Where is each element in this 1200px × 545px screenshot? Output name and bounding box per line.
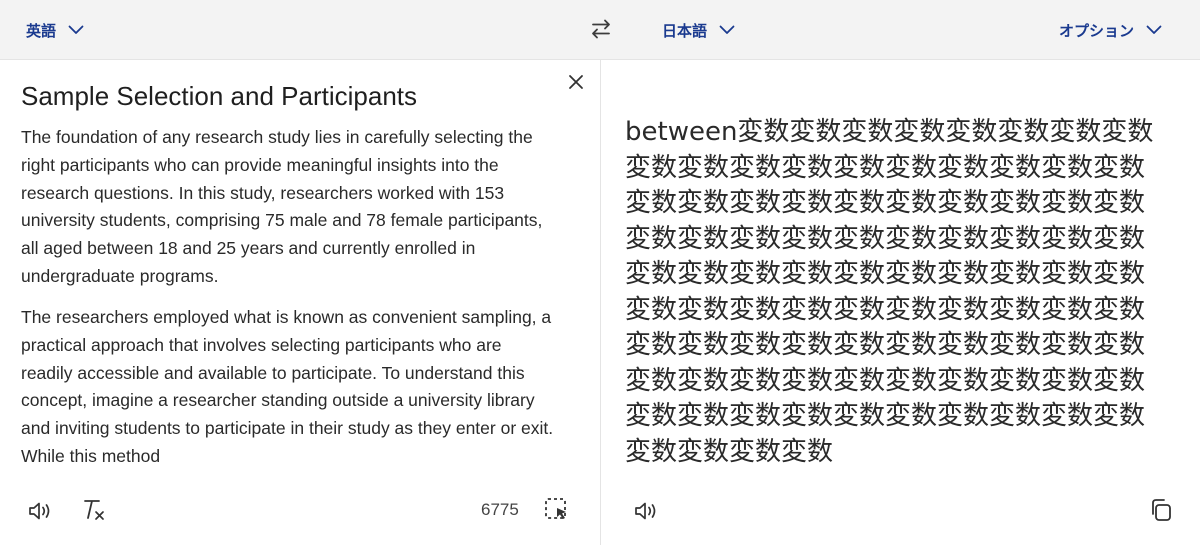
listen-translation-button[interactable] <box>632 497 660 525</box>
source-language-selector[interactable]: 英語 <box>26 0 84 60</box>
options-label: オプション <box>1059 21 1135 40</box>
clear-source-button[interactable] <box>566 72 586 92</box>
select-text-button[interactable] <box>543 496 571 524</box>
chevron-down-icon <box>68 25 84 35</box>
translator-app: 英語 日本語 オプション Sample Selection and Partic… <box>0 0 1200 545</box>
speaker-icon <box>26 502 54 529</box>
source-heading: Sample Selection and Participants <box>21 81 418 111</box>
language-bar: 英語 日本語 オプション <box>0 0 1200 60</box>
close-icon <box>566 75 586 96</box>
options-menu-button[interactable]: オプション <box>1059 0 1162 60</box>
translated-text: between変数変数変数変数変数変数変数変数変数変数変数変数変数変数変数変数変… <box>625 117 1154 467</box>
source-paragraph: The researchers employed what is known a… <box>21 307 554 466</box>
translation-pane: between変数変数変数変数変数変数変数変数変数変数変数変数変数変数変数変数変… <box>601 60 1200 545</box>
clear-format-icon <box>80 500 108 528</box>
source-paragraph: The foundation of any research study lie… <box>21 127 543 286</box>
swap-arrows-icon <box>588 19 614 46</box>
chevron-down-icon <box>719 25 735 35</box>
source-language-label: 英語 <box>26 21 57 40</box>
swap-languages-button[interactable] <box>588 16 614 42</box>
listen-source-button[interactable] <box>26 497 54 525</box>
clear-formatting-button[interactable] <box>80 496 108 524</box>
copy-translation-button[interactable] <box>1147 496 1175 524</box>
speaker-icon <box>632 502 660 529</box>
character-count: 6775 <box>481 500 519 519</box>
copy-icon <box>1147 499 1175 528</box>
chevron-down-icon <box>1146 25 1162 35</box>
dashed-selection-cursor-icon <box>543 498 571 528</box>
target-language-label: 日本語 <box>662 21 708 40</box>
target-language-selector[interactable]: 日本語 <box>662 0 735 60</box>
source-text-pane[interactable]: Sample Selection and Participants The fo… <box>0 60 601 545</box>
